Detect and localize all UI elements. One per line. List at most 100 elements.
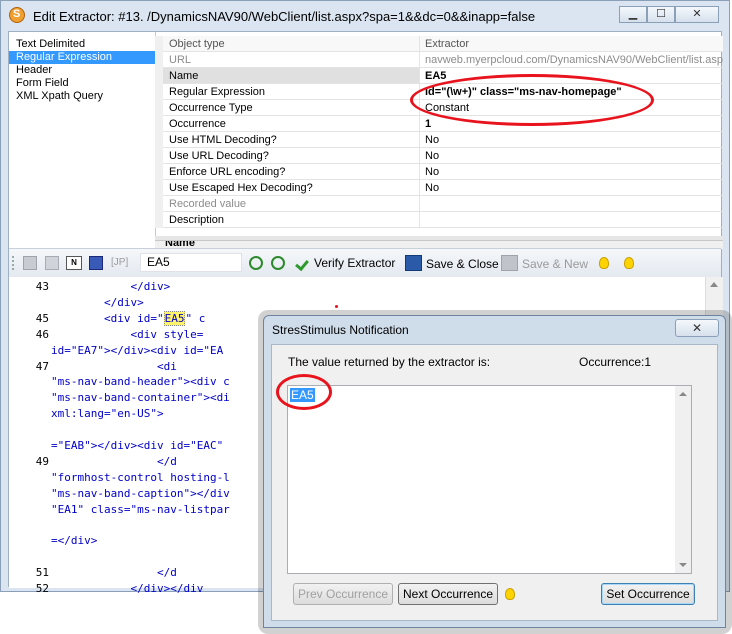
code-text: "ms-nav-band-header"><div c bbox=[51, 375, 230, 389]
code-line: ="EAB"></div><div id="EAC" bbox=[51, 439, 223, 452]
code-line: </div> bbox=[51, 296, 144, 309]
property-row-gutter bbox=[155, 212, 163, 228]
split-icon[interactable] bbox=[89, 256, 103, 270]
property-row[interactable]: Use URL Decoding? No bbox=[155, 148, 723, 164]
property-name: Use Escaped Hex Decoding? bbox=[163, 180, 420, 196]
property-row-gutter bbox=[155, 164, 163, 180]
set-occurrence-button[interactable]: Set Occurrence bbox=[601, 583, 695, 605]
save-close-label: Save & Close bbox=[426, 257, 499, 271]
annotation-dot bbox=[335, 305, 338, 308]
property-row[interactable]: Use Escaped Hex Decoding? No bbox=[155, 180, 723, 196]
property-row[interactable]: Occurrence 1 bbox=[155, 116, 723, 132]
search-input[interactable]: EA5 bbox=[140, 253, 242, 272]
line-number: 46 bbox=[35, 327, 49, 341]
code-text: <div style= bbox=[51, 327, 204, 341]
property-row[interactable]: Use HTML Decoding? No bbox=[155, 132, 723, 148]
code-text: </div> bbox=[51, 295, 144, 309]
property-value[interactable]: navweb.myerpcloud.com/DynamicsNAV90/WebC… bbox=[420, 52, 723, 68]
property-name: Object type bbox=[163, 36, 420, 52]
code-line: id="EA7"></div><div id="EA bbox=[51, 344, 223, 357]
dialog-tip-bulb-icon[interactable] bbox=[505, 588, 515, 600]
property-value[interactable]: No bbox=[420, 132, 723, 148]
save-new-icon bbox=[501, 255, 518, 271]
list-icon[interactable] bbox=[45, 256, 59, 270]
code-text: "ms-nav-band-caption"></div bbox=[51, 486, 230, 500]
maximize-button[interactable]: ☐ bbox=[647, 6, 675, 23]
code-text: "ms-nav-band-container"><di bbox=[51, 391, 230, 405]
code-line: <div id="EA5" c bbox=[51, 310, 206, 326]
app-logo-icon bbox=[9, 7, 25, 23]
json-button[interactable]: [JP] bbox=[111, 255, 128, 271]
minimize-button[interactable]: ▁ bbox=[619, 6, 647, 23]
dialog-body: The value returned by the extractor is: … bbox=[271, 344, 718, 621]
extractor-type-item[interactable]: Text Delimited bbox=[9, 38, 155, 51]
property-value[interactable]: No bbox=[420, 180, 723, 196]
code-text: "formhost-control hosting-l bbox=[51, 470, 230, 484]
code-text: ="EAB"></div><div id="EAC" bbox=[51, 439, 224, 452]
property-row[interactable]: Object type Extractor bbox=[155, 36, 723, 52]
find-next-icon[interactable] bbox=[271, 256, 285, 270]
toolbar-grip bbox=[12, 256, 17, 270]
property-name: URL bbox=[163, 52, 420, 68]
title-bar: Edit Extractor: #13. /DynamicsNAV90/WebC… bbox=[1, 1, 729, 31]
property-value[interactable]: No bbox=[420, 164, 723, 180]
property-value[interactable] bbox=[420, 196, 723, 212]
line-number: 49 bbox=[35, 454, 49, 468]
property-row-gutter bbox=[155, 132, 163, 148]
property-row[interactable]: Recorded value bbox=[155, 196, 723, 212]
prev-occurrence-button[interactable]: Prev Occurrence bbox=[293, 583, 393, 605]
value-scroll-down-icon[interactable] bbox=[679, 563, 687, 567]
verify-extractor-label: Verify Extractor bbox=[314, 256, 396, 270]
code-text-after: " c bbox=[185, 311, 206, 325]
save-new-button[interactable]: Save & New bbox=[501, 255, 588, 271]
property-row-gutter bbox=[155, 148, 163, 164]
property-value[interactable]: No bbox=[420, 148, 723, 164]
dialog-close-button[interactable]: ✕ bbox=[675, 319, 719, 337]
window-title: Edit Extractor: #13. /DynamicsNAV90/WebC… bbox=[33, 9, 536, 24]
property-row[interactable]: Enforce URL encoding? No bbox=[155, 164, 723, 180]
occurrence-label: Occurrence:1 bbox=[579, 355, 652, 369]
close-window-button[interactable]: ✕ bbox=[675, 6, 719, 23]
verify-extractor-button[interactable]: Verify Extractor bbox=[295, 255, 396, 272]
next-occurrence-button[interactable]: Next Occurrence bbox=[398, 583, 498, 605]
value-scroll-up-icon[interactable] bbox=[679, 392, 687, 396]
dialog-title: StresStimulus Notification bbox=[272, 323, 409, 337]
property-row-gutter bbox=[155, 52, 163, 68]
extracted-value-textbox[interactable]: EA5 bbox=[287, 385, 692, 574]
code-text: =</div> bbox=[51, 534, 98, 548]
code-line: <div style= bbox=[51, 328, 203, 341]
code-line: </d bbox=[51, 455, 177, 468]
extractor-type-item[interactable]: Form Field bbox=[9, 77, 155, 90]
property-value[interactable] bbox=[420, 212, 723, 228]
property-row-gutter bbox=[155, 36, 163, 52]
property-row[interactable]: Description bbox=[155, 212, 723, 228]
property-name: Use URL Decoding? bbox=[163, 148, 420, 164]
extractor-type-item[interactable]: Regular Expression bbox=[9, 51, 155, 64]
code-text: "EA1" class="ms-nav-listpar bbox=[51, 502, 230, 516]
save-icon bbox=[405, 255, 422, 271]
code-line: =</div> bbox=[51, 534, 97, 547]
save-close-button[interactable]: Save & Close bbox=[405, 255, 499, 271]
property-row-gutter bbox=[155, 180, 163, 196]
code-text: xml:lang="en-US"> bbox=[51, 407, 164, 421]
extractor-type-item[interactable]: XML Xpath Query bbox=[9, 90, 155, 103]
line-number: 51 bbox=[35, 566, 49, 580]
value-scrollbar[interactable] bbox=[675, 386, 691, 573]
find-previous-icon[interactable] bbox=[249, 256, 263, 270]
code-line: "ms-nav-band-caption"></div bbox=[51, 487, 230, 500]
code-text: <di bbox=[51, 359, 177, 373]
property-row[interactable]: URL navweb.myerpcloud.com/DynamicsNAV90/W… bbox=[155, 52, 723, 68]
help-bulb-icon[interactable] bbox=[599, 257, 609, 269]
property-name: Occurrence Type bbox=[163, 100, 420, 116]
extractor-type-item[interactable]: Header bbox=[9, 64, 155, 77]
property-row-gutter bbox=[155, 84, 163, 100]
tip-bulb-icon[interactable] bbox=[624, 257, 634, 269]
line-number: 47 bbox=[35, 359, 49, 373]
property-row[interactable]: Name EA5 bbox=[155, 68, 723, 84]
scroll-up-arrow-icon[interactable] bbox=[710, 282, 718, 287]
line-number: 52 bbox=[35, 582, 49, 596]
property-value[interactable]: Extractor bbox=[420, 36, 723, 52]
nl-icon[interactable]: N bbox=[66, 256, 82, 270]
save-new-label: Save & New bbox=[522, 257, 589, 271]
align-left-icon[interactable] bbox=[23, 256, 37, 270]
